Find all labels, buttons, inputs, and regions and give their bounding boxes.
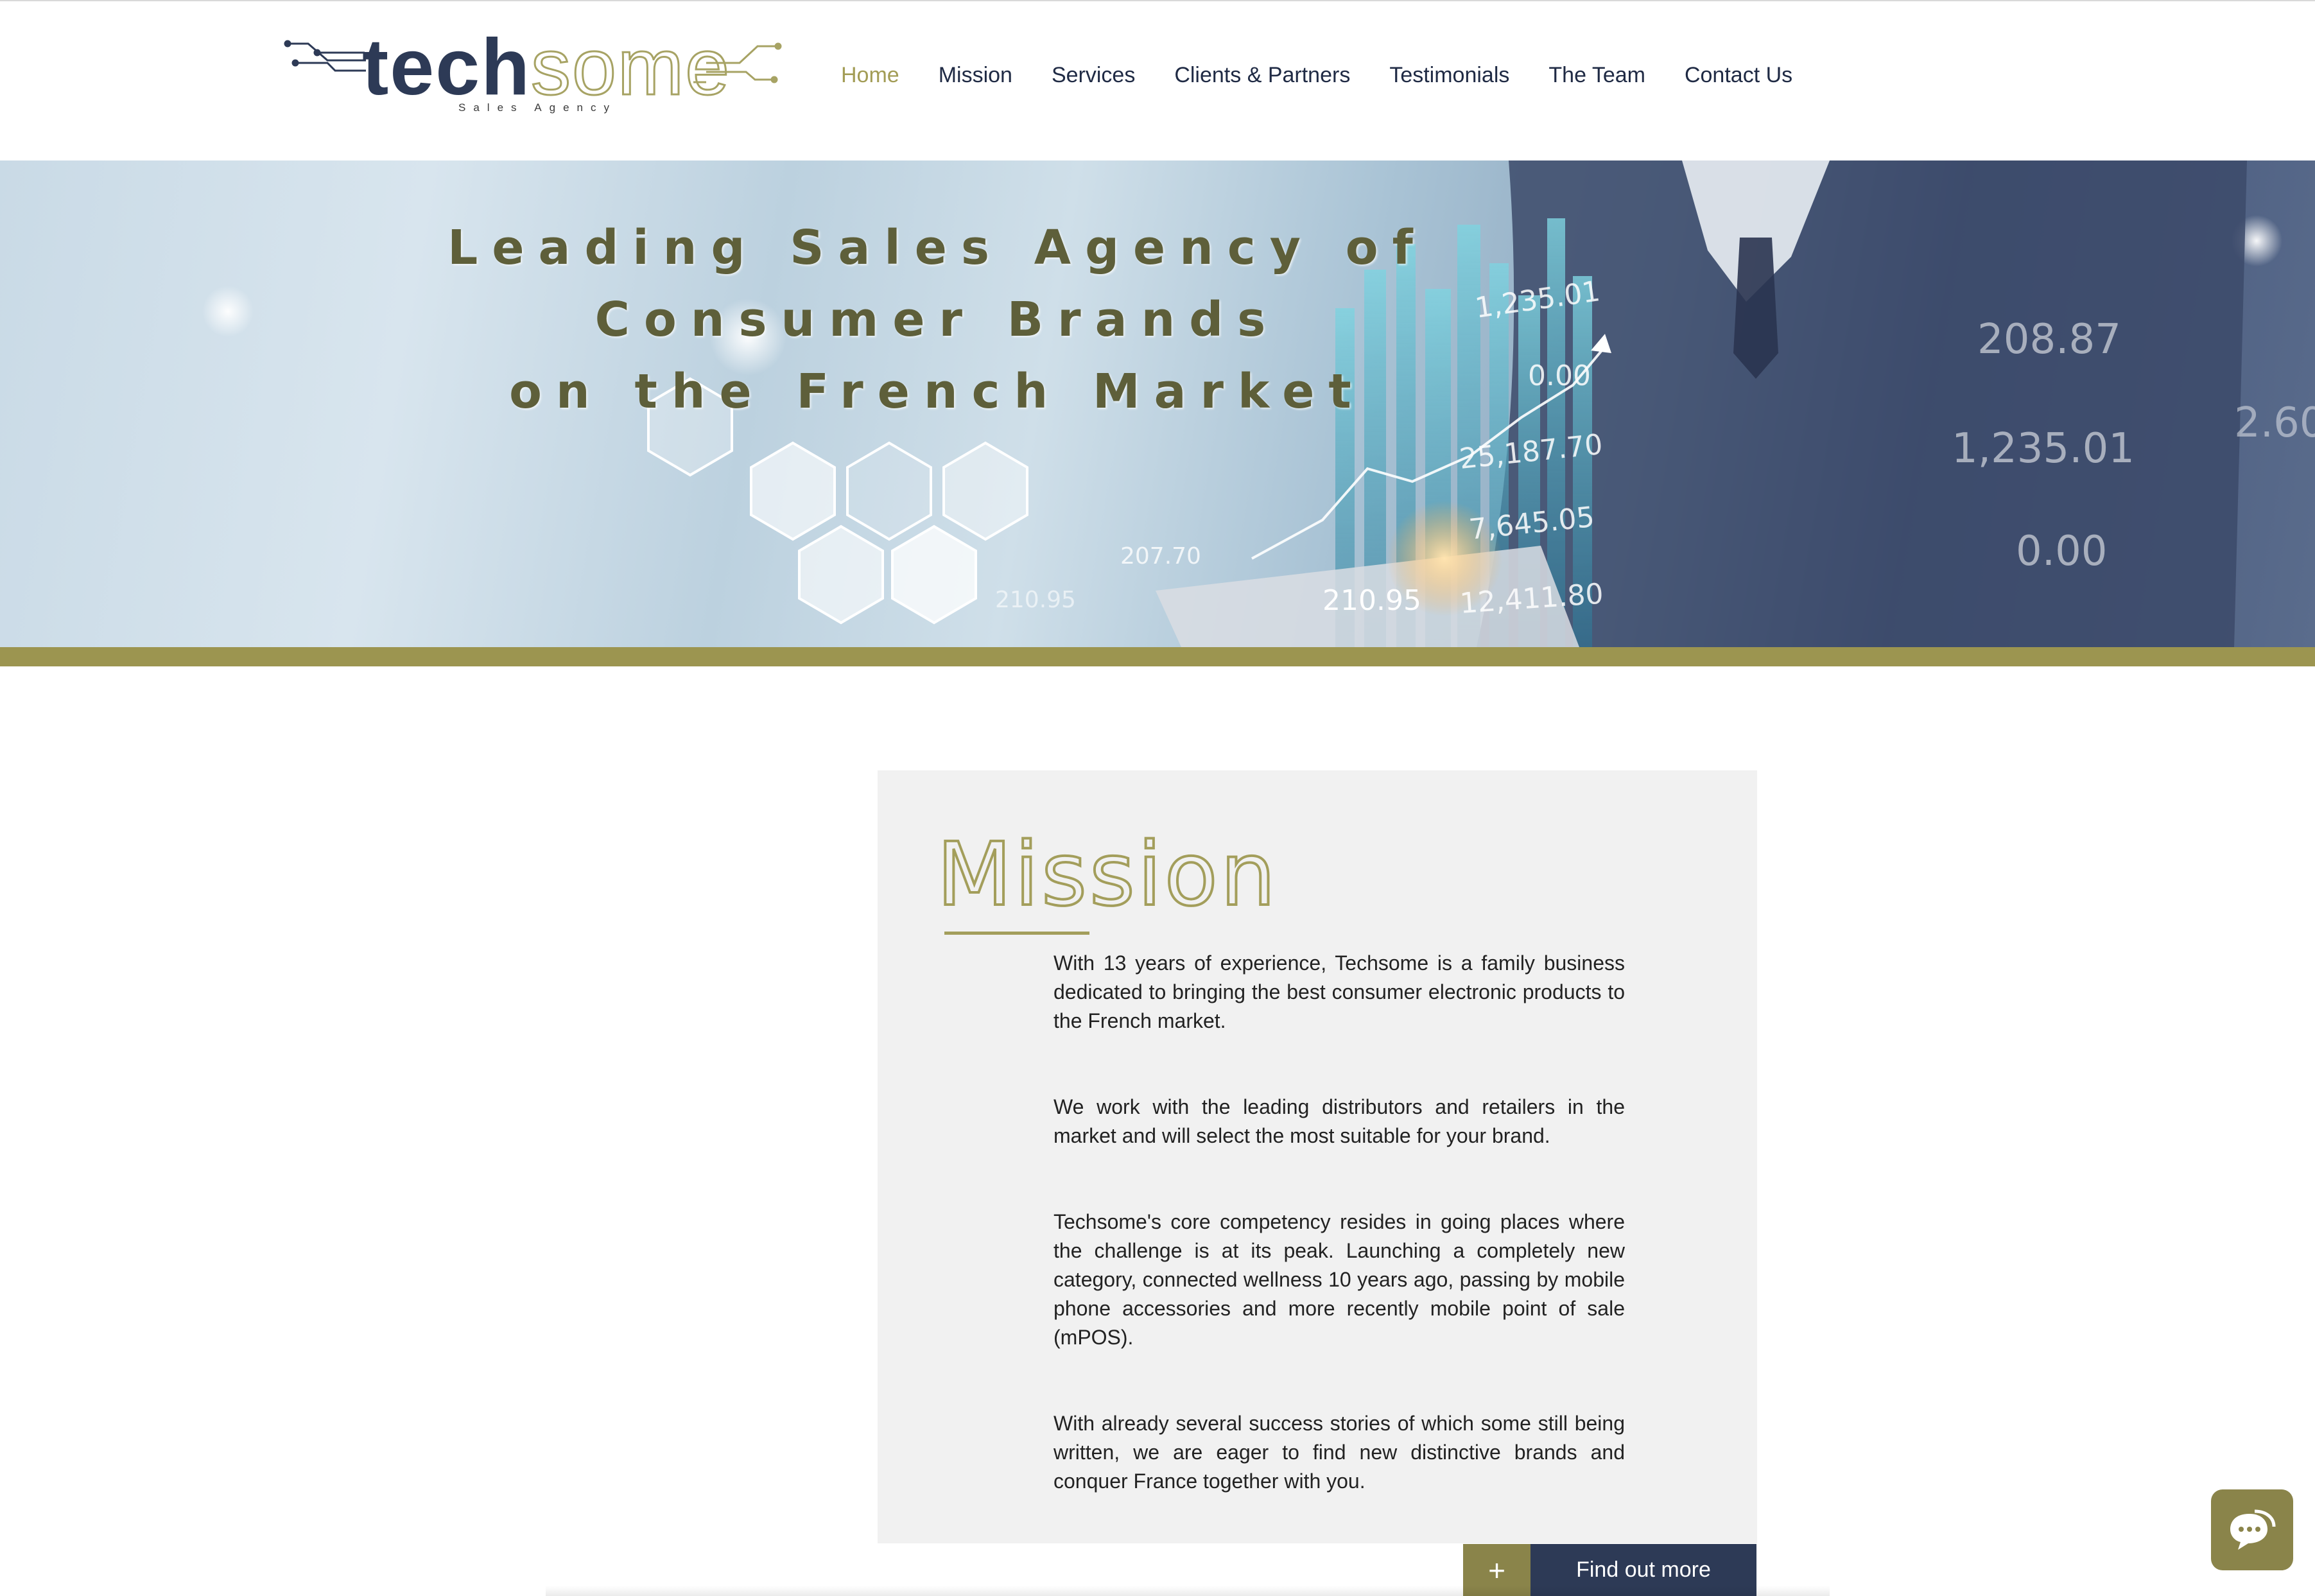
mission-paragraph-1: With 13 years of experience, Techsome is… — [1053, 951, 1625, 1032]
logo-tech: tech — [362, 23, 531, 112]
logo-some: some — [530, 22, 731, 113]
nav-home[interactable]: Home — [841, 63, 899, 88]
nav-services[interactable]: Services — [1052, 63, 1135, 88]
hero-headline: Leading Sales Agency of Consumer Brands … — [398, 212, 1477, 428]
hero-figure: 210.95 — [995, 587, 1076, 613]
hero-banner: 207.70 210.95 1,235.01 0.00 25,187.70 7,… — [0, 160, 2315, 647]
hero-title-line-2: Consumer Brands — [594, 292, 1280, 347]
scroll-shadow — [546, 1586, 1830, 1596]
nav-contact-us[interactable]: Contact Us — [1685, 63, 1792, 88]
site-header: techsome Sales Agency Home Mission Servi… — [0, 1, 2315, 159]
chat-widget-button[interactable] — [2211, 1489, 2293, 1570]
tie — [1733, 238, 1778, 379]
hero-figure: 0.00 — [2016, 528, 2108, 575]
main-nav: Home Mission Services Clients & Partners… — [841, 53, 1792, 98]
heading-underline — [944, 932, 1089, 935]
mission-heading: Mission — [935, 824, 1279, 926]
nav-clients-partners[interactable]: Clients & Partners — [1174, 63, 1350, 88]
mission-text: With 13 years of experience, Techsome is… — [1053, 949, 1625, 1553]
hero-figure: 0.00 — [1528, 360, 1591, 392]
mission-card: Mission With 13 years of experience, Tec… — [878, 770, 1757, 1543]
hero-figure: 207.70 — [1120, 543, 1201, 569]
chat-bubble-icon — [2230, 1509, 2276, 1550]
nav-mission[interactable]: Mission — [939, 63, 1012, 88]
nav-the-team[interactable]: The Team — [1548, 63, 1645, 88]
mission-paragraph-3: Techsome's core competency resides in go… — [1053, 1210, 1625, 1349]
hero-title-line-3: on the French Market — [509, 364, 1366, 419]
mission-paragraph-2: We work with the leading distributors an… — [1053, 1095, 1625, 1147]
hero-title-line-1: Leading Sales Agency of — [447, 220, 1427, 275]
hero-accent-strip — [0, 647, 2315, 666]
hero-figure: 2.60 — [2234, 399, 2315, 447]
logo-tagline: Sales Agency — [458, 101, 618, 114]
hero-figure: 1,235.01 — [1952, 425, 2135, 473]
nav-testimonials[interactable]: Testimonials — [1389, 63, 1509, 88]
hero-figure: 210.95 — [1322, 584, 1421, 617]
hero-figure: 208.87 — [1977, 316, 2121, 363]
techsome-logo[interactable]: techsome Sales Agency — [282, 22, 783, 127]
bokeh-light — [202, 286, 254, 337]
mission-paragraph-4: With already several success stories of … — [1053, 1412, 1625, 1493]
